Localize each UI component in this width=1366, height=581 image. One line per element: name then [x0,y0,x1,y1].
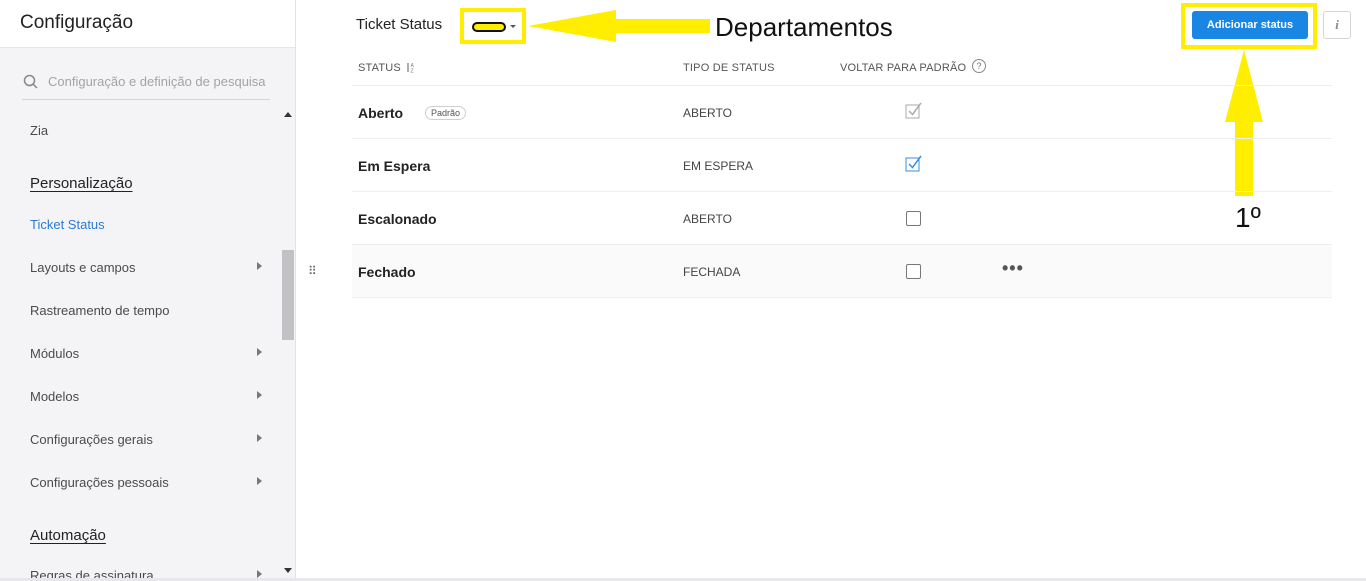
annotation-arrow-left-icon [528,10,710,42]
app-window: Configuração Zia Personalização Ticket S… [0,0,1366,581]
sidebar-item-config-pessoais[interactable]: Configurações pessoais [30,475,169,490]
sidebar-item-modulos[interactable]: Módulos [30,346,79,361]
chevron-down-icon [510,25,516,28]
column-header-type[interactable]: TIPO DE STATUS [683,62,775,74]
search-icon [23,74,38,89]
section-label: Personalização [30,175,133,192]
checked-disabled-checkbox-icon [905,102,922,119]
section-label: Automação [30,527,106,544]
add-status-button[interactable]: Adicionar status [1192,11,1308,39]
more-options-icon[interactable]: ••• [1002,258,1024,279]
status-name: Fechado [358,264,416,280]
table-row[interactable]: Aberto Padrão ABERTO [352,86,1332,139]
chevron-right-icon [257,262,262,270]
table-header: STATUS A Z TIPO DE STATUS VOLTAR PARA PA… [352,48,1332,86]
sidebar-search[interactable] [22,64,270,100]
sidebar-item-ticket-status[interactable]: Ticket Status [30,217,105,232]
default-checkbox[interactable] [906,264,921,279]
status-type: ABERTO [683,106,732,120]
help-icon[interactable]: ? [972,59,986,73]
table-row[interactable]: Escalonado ABERTO [352,192,1332,245]
scroll-down-icon[interactable] [284,568,292,573]
sort-icon[interactable]: A Z [406,62,416,73]
chevron-right-icon [257,391,262,399]
department-pill [472,22,506,32]
topbar: Ticket Status Departamentos Adicionar st… [297,0,1366,233]
status-name: Aberto [358,105,404,121]
search-input[interactable] [48,74,268,89]
sidebar-scrollbar[interactable] [282,108,294,581]
checked-checkbox-icon[interactable] [904,153,924,173]
default-badge: Padrão [425,106,467,120]
sidebar: Configuração Zia Personalização Ticket S… [0,0,296,581]
svg-text:Z: Z [411,69,414,74]
sidebar-nav: Zia Personalização Ticket Status Layouts… [0,108,282,581]
status-name: Em Espera [358,158,431,174]
sidebar-title: Configuração [0,0,295,48]
main-panel: Ticket Status Departamentos Adicionar st… [297,0,1366,581]
status-type: ABERTO [683,212,732,226]
chevron-right-icon [257,434,262,442]
scroll-thumb[interactable] [282,250,294,340]
sidebar-section-personalizacao: Personalização [30,175,133,192]
page-title: Ticket Status [356,16,443,33]
sidebar-item-config-gerais[interactable]: Configurações gerais [30,432,153,447]
status-type: FECHADA [683,265,741,279]
sidebar-section-automacao: Automação [30,527,106,544]
chevron-right-icon [257,348,262,356]
department-selector[interactable] [460,8,526,44]
column-header-default[interactable]: VOLTAR PARA PADRÃO [840,62,966,74]
info-icon: i [1335,17,1339,32]
table-row[interactable]: Em Espera EM ESPERA [352,139,1332,192]
column-header-status[interactable]: STATUS [358,62,401,74]
sidebar-item-layouts-campos[interactable]: Layouts e campos [30,260,136,275]
sidebar-item-rastreamento[interactable]: Rastreamento de tempo [30,303,169,318]
sidebar-item-modelos[interactable]: Modelos [30,389,79,404]
chevron-right-icon [257,570,262,578]
default-checkbox[interactable] [906,211,921,226]
sidebar-item-zia[interactable]: Zia [30,123,48,138]
chevron-right-icon [257,477,262,485]
table-row[interactable]: ⠿ Fechado FECHADA ••• [308,245,1332,298]
status-type: EM ESPERA [683,159,754,173]
drag-handle-icon[interactable]: ⠿ [308,264,317,278]
scroll-up-icon[interactable] [284,112,292,117]
annotation-departments-label: Departamentos [715,12,893,42]
status-name: Escalonado [358,211,437,227]
info-button[interactable]: i [1323,11,1351,39]
